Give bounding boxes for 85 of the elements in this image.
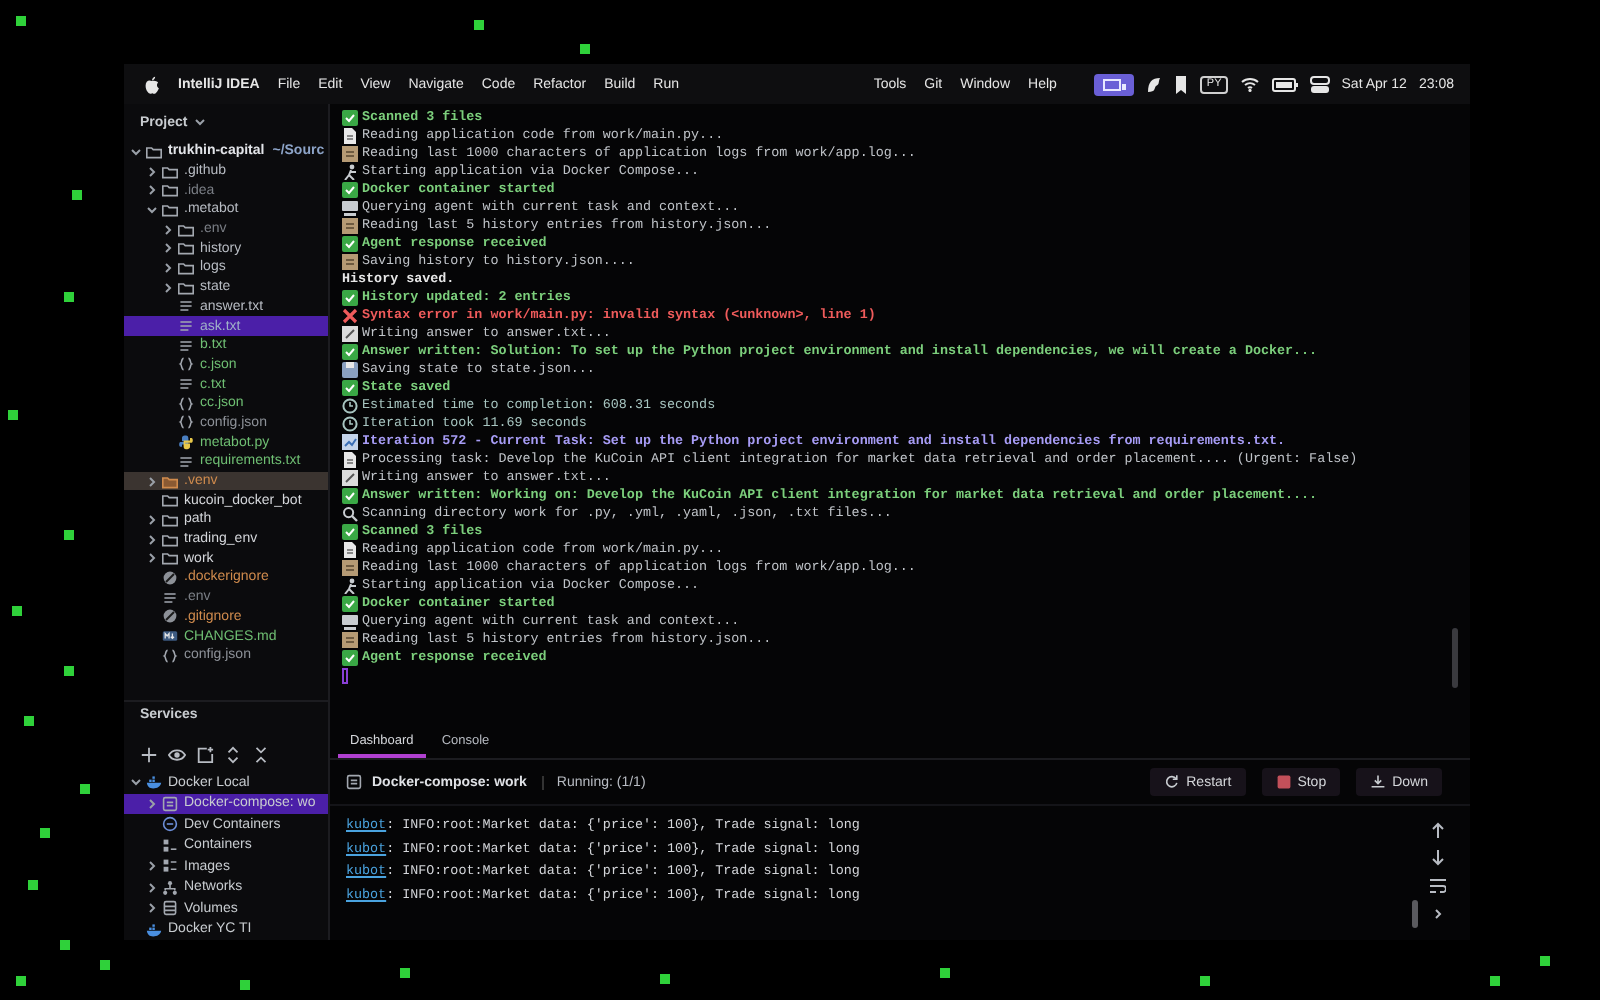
control-center-icon[interactable] <box>1309 75 1330 93</box>
down-icon <box>1370 774 1387 790</box>
check-icon <box>342 649 358 665</box>
notebook-icon <box>342 145 358 161</box>
chevron-down-icon[interactable] <box>193 116 206 128</box>
battery-icon[interactable] <box>1271 77 1298 91</box>
images-icon <box>162 858 178 875</box>
figure-icon <box>342 577 358 593</box>
arrow-up-icon[interactable] <box>1430 822 1446 838</box>
notebook-icon <box>342 217 358 233</box>
notebook-icon <box>342 253 358 269</box>
stop-icon <box>1275 774 1292 790</box>
screen-icon[interactable] <box>1094 73 1135 95</box>
containers-icon <box>162 837 178 854</box>
notebook-icon <box>342 559 358 575</box>
braces-icon <box>178 356 194 373</box>
refresh-icon <box>1164 774 1181 790</box>
text-file-icon <box>162 589 178 606</box>
chevron-right-icon[interactable] <box>146 902 158 915</box>
apple-icon[interactable] <box>144 75 160 93</box>
check-icon <box>342 379 358 395</box>
check-icon <box>342 235 358 251</box>
notepad-icon <box>342 325 358 341</box>
chevron-right-icon[interactable] <box>162 261 174 274</box>
check-icon <box>342 181 358 197</box>
wifi-icon[interactable] <box>1239 76 1260 92</box>
figure-icon <box>342 163 358 179</box>
document-icon <box>342 451 358 467</box>
chevron-right-icon[interactable] <box>162 242 174 255</box>
ignore-file-icon <box>162 608 178 625</box>
eye-icon[interactable] <box>168 745 186 763</box>
chevron-right-icon[interactable] <box>146 513 158 526</box>
wrap-icon[interactable] <box>1430 878 1446 894</box>
check-icon <box>342 487 358 503</box>
check-icon <box>342 523 358 539</box>
document-icon <box>342 127 358 143</box>
check-icon <box>342 343 358 359</box>
check-icon <box>342 109 358 125</box>
search-icon <box>342 505 358 521</box>
chevron-right-icon[interactable] <box>146 475 158 488</box>
chevron-down-icon[interactable] <box>130 145 142 158</box>
text-file-icon <box>178 453 194 470</box>
check-icon <box>342 595 358 611</box>
chevron-right-icon[interactable] <box>162 223 174 236</box>
ignore-file-icon <box>162 569 178 586</box>
text-file-icon <box>178 298 194 315</box>
chevron-right-icon[interactable] <box>1430 906 1446 922</box>
floppy-icon <box>342 361 358 377</box>
add-icon[interactable] <box>140 745 158 763</box>
compose-icon <box>346 774 362 790</box>
compose-icon <box>162 795 178 812</box>
chevron-right-icon[interactable] <box>146 165 158 178</box>
volume-icon <box>162 900 178 917</box>
whale-icon <box>146 774 162 791</box>
chevron-down-icon[interactable] <box>146 203 158 216</box>
whale-icon <box>146 921 162 938</box>
new-window-icon[interactable] <box>196 745 214 763</box>
document-icon <box>342 541 358 557</box>
notebook-icon <box>342 631 358 647</box>
text-file-icon <box>178 376 194 393</box>
collapse-icon[interactable] <box>252 745 270 763</box>
expand-icon[interactable] <box>224 745 242 763</box>
chevron-down-icon[interactable] <box>130 776 142 789</box>
arrow-down-icon[interactable] <box>1430 850 1446 866</box>
cross-icon <box>342 307 358 323</box>
network-icon <box>162 879 178 896</box>
braces-icon <box>162 647 178 664</box>
scrollbar-thumb[interactable] <box>1452 628 1458 688</box>
chart-icon <box>342 433 358 449</box>
circle-icon <box>162 816 178 833</box>
notepad-icon <box>342 469 358 485</box>
check-icon <box>342 289 358 305</box>
bookmark-icon[interactable] <box>1174 75 1189 93</box>
chevron-right-icon[interactable] <box>146 860 158 873</box>
computer-icon <box>342 199 358 215</box>
chevron-right-icon[interactable] <box>146 184 158 197</box>
markdown-icon <box>162 628 178 645</box>
chevron-right-icon[interactable] <box>146 552 158 565</box>
chevron-right-icon[interactable] <box>146 533 158 546</box>
text-cursor <box>342 667 348 683</box>
chevron-right-icon[interactable] <box>146 881 158 894</box>
scrollbar-thumb[interactable] <box>1412 900 1418 928</box>
python-file-icon <box>178 434 194 451</box>
chevron-right-icon[interactable] <box>162 281 174 294</box>
computer-icon <box>342 613 358 629</box>
